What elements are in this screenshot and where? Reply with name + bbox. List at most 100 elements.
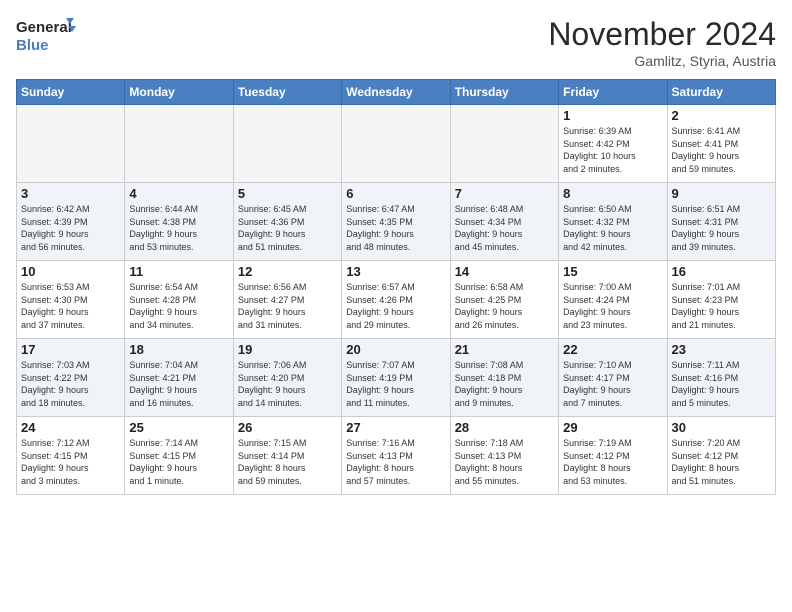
day-info: Sunrise: 6:47 AM Sunset: 4:35 PM Dayligh…: [346, 203, 445, 253]
calendar-cell: 26Sunrise: 7:15 AM Sunset: 4:14 PM Dayli…: [233, 417, 341, 495]
calendar-cell: 22Sunrise: 7:10 AM Sunset: 4:17 PM Dayli…: [559, 339, 667, 417]
calendar-cell: 5 Sunrise: 6:45 AM Sunset: 4:36 PM Daylig…: [233, 183, 341, 261]
day-number: 16: [672, 264, 771, 279]
logo-svg: General Blue: [16, 16, 76, 54]
day-info: Sunrise: 6:50 AM Sunset: 4:32 PM Dayligh…: [563, 203, 662, 253]
day-info: Sunrise: 7:12 AM Sunset: 4:15 PM Dayligh…: [21, 437, 120, 487]
day-info: Sunrise: 7:03 AM Sunset: 4:22 PM Dayligh…: [21, 359, 120, 409]
day-number: 8: [563, 186, 662, 201]
week-row-0: 1 Sunrise: 6:39 AM Sunset: 4:42 PM Daylig…: [17, 105, 776, 183]
th-saturday: Saturday: [667, 80, 775, 105]
month-title: November 2024: [548, 16, 776, 53]
calendar-cell: 17 Sunrise: 7:03 AM Sunset: 4:22 PM Dayli…: [17, 339, 125, 417]
day-number: 5: [238, 186, 337, 201]
day-info: Sunrise: 6:41 AM Sunset: 4:41 PM Dayligh…: [672, 125, 771, 175]
page: General Blue November 2024 Gamlitz, Styr…: [0, 0, 792, 612]
calendar-cell: 20Sunrise: 7:07 AM Sunset: 4:19 PM Dayli…: [342, 339, 450, 417]
week-row-2: 10 Sunrise: 6:53 AM Sunset: 4:30 PM Dayli…: [17, 261, 776, 339]
calendar-cell: [342, 105, 450, 183]
day-number: 24: [21, 420, 120, 435]
day-number: 17: [21, 342, 120, 357]
day-number: 23: [672, 342, 771, 357]
day-info: Sunrise: 7:08 AM Sunset: 4:18 PM Dayligh…: [455, 359, 554, 409]
header-row: Sunday Monday Tuesday Wednesday Thursday…: [17, 80, 776, 105]
th-sunday: Sunday: [17, 80, 125, 105]
calendar-cell: 27 Sunrise: 7:16 AM Sunset: 4:13 PM Dayli…: [342, 417, 450, 495]
calendar-cell: 13 Sunrise: 6:57 AM Sunset: 4:26 PM Dayli…: [342, 261, 450, 339]
day-info: Sunrise: 6:42 AM Sunset: 4:39 PM Dayligh…: [21, 203, 120, 253]
svg-text:General: General: [16, 19, 72, 36]
week-row-4: 24 Sunrise: 7:12 AM Sunset: 4:15 PM Dayli…: [17, 417, 776, 495]
day-number: 19: [238, 342, 337, 357]
th-friday: Friday: [559, 80, 667, 105]
title-block: November 2024 Gamlitz, Styria, Austria: [548, 16, 776, 69]
day-number: 28: [455, 420, 554, 435]
day-info: Sunrise: 7:06 AM Sunset: 4:20 PM Dayligh…: [238, 359, 337, 409]
day-info: Sunrise: 7:00 AM Sunset: 4:24 PM Dayligh…: [563, 281, 662, 331]
day-number: 18: [129, 342, 228, 357]
day-info: Sunrise: 6:44 AM Sunset: 4:38 PM Dayligh…: [129, 203, 228, 253]
day-number: 21: [455, 342, 554, 357]
day-number: 27: [346, 420, 445, 435]
day-info: Sunrise: 6:53 AM Sunset: 4:30 PM Dayligh…: [21, 281, 120, 331]
calendar-cell: 24 Sunrise: 7:12 AM Sunset: 4:15 PM Dayli…: [17, 417, 125, 495]
day-number: 1: [563, 108, 662, 123]
day-info: Sunrise: 7:07 AM Sunset: 4:19 PM Dayligh…: [346, 359, 445, 409]
day-number: 6: [346, 186, 445, 201]
day-number: 13: [346, 264, 445, 279]
day-number: 11: [129, 264, 228, 279]
calendar-cell: 29 Sunrise: 7:19 AM Sunset: 4:12 PM Dayli…: [559, 417, 667, 495]
day-number: 10: [21, 264, 120, 279]
day-info: Sunrise: 7:01 AM Sunset: 4:23 PM Dayligh…: [672, 281, 771, 331]
day-info: Sunrise: 7:04 AM Sunset: 4:21 PM Dayligh…: [129, 359, 228, 409]
calendar-cell: 4 Sunrise: 6:44 AM Sunset: 4:38 PM Daylig…: [125, 183, 233, 261]
calendar-cell: 25 Sunrise: 7:14 AM Sunset: 4:15 PM Dayli…: [125, 417, 233, 495]
day-info: Sunrise: 7:16 AM Sunset: 4:13 PM Dayligh…: [346, 437, 445, 487]
calendar-cell: 19 Sunrise: 7:06 AM Sunset: 4:20 PM Dayli…: [233, 339, 341, 417]
day-number: 4: [129, 186, 228, 201]
calendar-cell: 7Sunrise: 6:48 AM Sunset: 4:34 PM Daylig…: [450, 183, 558, 261]
calendar-cell: [125, 105, 233, 183]
header: General Blue November 2024 Gamlitz, Styr…: [16, 16, 776, 69]
day-number: 9: [672, 186, 771, 201]
day-info: Sunrise: 6:51 AM Sunset: 4:31 PM Dayligh…: [672, 203, 771, 253]
location: Gamlitz, Styria, Austria: [548, 53, 776, 69]
day-number: 29: [563, 420, 662, 435]
th-wednesday: Wednesday: [342, 80, 450, 105]
day-number: 7: [455, 186, 554, 201]
calendar-cell: 15 Sunrise: 7:00 AM Sunset: 4:24 PM Dayli…: [559, 261, 667, 339]
calendar-cell: 23 Sunrise: 7:11 AM Sunset: 4:16 PM Dayli…: [667, 339, 775, 417]
week-row-1: 3Sunrise: 6:42 AM Sunset: 4:39 PM Daylig…: [17, 183, 776, 261]
day-number: 2: [672, 108, 771, 123]
calendar-cell: 6 Sunrise: 6:47 AM Sunset: 4:35 PM Daylig…: [342, 183, 450, 261]
day-number: 26: [238, 420, 337, 435]
day-info: Sunrise: 7:19 AM Sunset: 4:12 PM Dayligh…: [563, 437, 662, 487]
logo: General Blue: [16, 16, 76, 54]
day-number: 30: [672, 420, 771, 435]
th-monday: Monday: [125, 80, 233, 105]
day-info: Sunrise: 7:11 AM Sunset: 4:16 PM Dayligh…: [672, 359, 771, 409]
week-row-3: 17 Sunrise: 7:03 AM Sunset: 4:22 PM Dayli…: [17, 339, 776, 417]
day-info: Sunrise: 6:45 AM Sunset: 4:36 PM Dayligh…: [238, 203, 337, 253]
day-info: Sunrise: 7:20 AM Sunset: 4:12 PM Dayligh…: [672, 437, 771, 487]
calendar-cell: 18 Sunrise: 7:04 AM Sunset: 4:21 PM Dayli…: [125, 339, 233, 417]
th-thursday: Thursday: [450, 80, 558, 105]
calendar-cell: 16 Sunrise: 7:01 AM Sunset: 4:23 PM Dayli…: [667, 261, 775, 339]
calendar-cell: 11Sunrise: 6:54 AM Sunset: 4:28 PM Dayli…: [125, 261, 233, 339]
calendar-cell: [450, 105, 558, 183]
day-number: 12: [238, 264, 337, 279]
day-info: Sunrise: 6:56 AM Sunset: 4:27 PM Dayligh…: [238, 281, 337, 331]
day-info: Sunrise: 6:57 AM Sunset: 4:26 PM Dayligh…: [346, 281, 445, 331]
day-number: 15: [563, 264, 662, 279]
day-info: Sunrise: 7:14 AM Sunset: 4:15 PM Dayligh…: [129, 437, 228, 487]
calendar-cell: 14Sunrise: 6:58 AM Sunset: 4:25 PM Dayli…: [450, 261, 558, 339]
day-info: Sunrise: 6:39 AM Sunset: 4:42 PM Dayligh…: [563, 125, 662, 175]
calendar-cell: 3Sunrise: 6:42 AM Sunset: 4:39 PM Daylig…: [17, 183, 125, 261]
day-number: 25: [129, 420, 228, 435]
calendar-cell: 12 Sunrise: 6:56 AM Sunset: 4:27 PM Dayli…: [233, 261, 341, 339]
calendar-cell: 30 Sunrise: 7:20 AM Sunset: 4:12 PM Dayli…: [667, 417, 775, 495]
day-number: 14: [455, 264, 554, 279]
calendar-cell: 2 Sunrise: 6:41 AM Sunset: 4:41 PM Daylig…: [667, 105, 775, 183]
calendar-cell: 9 Sunrise: 6:51 AM Sunset: 4:31 PM Daylig…: [667, 183, 775, 261]
calendar-cell: 10 Sunrise: 6:53 AM Sunset: 4:30 PM Dayli…: [17, 261, 125, 339]
